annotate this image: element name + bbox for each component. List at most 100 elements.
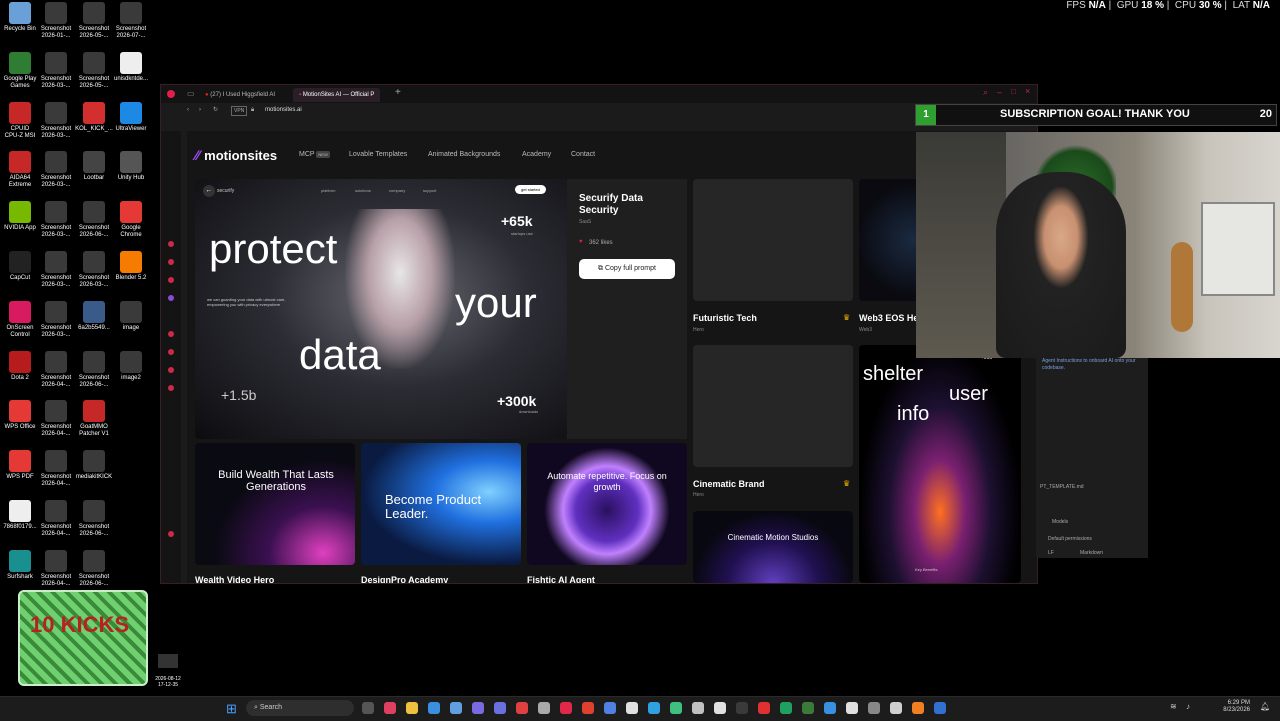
reload-icon[interactable]: ↻	[213, 103, 218, 117]
desktop-screenshot-file[interactable]: 2026-08-12 17-12-35	[154, 648, 182, 688]
tab-list-icon[interactable]: ▭	[187, 89, 195, 98]
wifi-icon[interactable]: ≋	[1170, 702, 1177, 711]
sidebar-app-icon[interactable]	[168, 259, 174, 265]
taskbar-app-icon[interactable]	[736, 702, 748, 714]
desktop-icon[interactable]: Screenshot 2026-04-...	[36, 350, 76, 389]
taskbar-app-icon[interactable]	[604, 702, 616, 714]
desktop-icon[interactable]: CapCut	[0, 251, 40, 282]
desktop-icon[interactable]: Screenshot 2026-04-...	[36, 549, 76, 588]
taskbar-app-icon[interactable]	[384, 702, 396, 714]
hero-menu-item[interactable]: support	[423, 188, 436, 193]
taskbar-app-icon[interactable]	[846, 702, 858, 714]
desktop-icon[interactable]: Screenshot 2026-06-...	[74, 350, 114, 389]
desktop-icon[interactable]: Screenshot 2026-06-...	[74, 201, 114, 239]
taskbar-app-icon[interactable]	[802, 702, 814, 714]
wealth-video-card[interactable]: Build Wealth That Lasts Generations	[195, 443, 355, 565]
notification-bell-icon[interactable]: 🔔︎	[1260, 702, 1270, 711]
taskbar-app-icon[interactable]	[868, 702, 880, 714]
copy-full-prompt-button[interactable]: ⧉ Copy full prompt	[579, 259, 675, 279]
taskbar-app-icon[interactable]	[362, 702, 374, 714]
desktop-icon[interactable]: WPS Office	[0, 400, 40, 431]
desktop-icon[interactable]: 7868f0179...	[0, 500, 40, 531]
desktop-icon[interactable]: AIDA64 Extreme	[0, 151, 40, 189]
url-field[interactable]: motionsites.ai	[265, 103, 302, 117]
desktop-icon[interactable]: Screenshot 2026-03-...	[36, 300, 76, 339]
sidebar-settings-icon[interactable]	[168, 531, 174, 537]
close-button[interactable]: ×	[1025, 86, 1030, 96]
minimize-button[interactable]: –	[997, 87, 1002, 97]
desktop-icon[interactable]: Screenshot 2026-07-...	[111, 2, 151, 40]
desktop-icon[interactable]: UltraViewer	[111, 101, 151, 133]
taskbar-search[interactable]: ⌕ Search	[246, 700, 354, 716]
desktop-icon[interactable]: Screenshot 2026-04-...	[36, 450, 76, 488]
desktop-icon[interactable]: Screenshot 2026-03-...	[36, 201, 76, 239]
desktop-icon[interactable]: Screenshot 2026-03-...	[36, 151, 76, 189]
hero-menu-item[interactable]: solutions	[355, 188, 371, 193]
vpn-badge[interactable]: VPN	[231, 106, 248, 116]
taskbar-app-icon[interactable]	[890, 702, 902, 714]
nav-mcp[interactable]: MCP NEW	[299, 151, 330, 158]
taskbar-app-icon[interactable]	[912, 702, 924, 714]
taskbar-app-icon[interactable]	[714, 702, 726, 714]
taskbar-app-icon[interactable]	[758, 702, 770, 714]
taskbar-app-icon[interactable]	[406, 702, 418, 714]
tab-higgsfield[interactable]: ● (27) I Used Higgsfield AI	[199, 88, 281, 102]
desktop-icon[interactable]: unisdkntde...	[111, 51, 151, 83]
sidebar-app-icon[interactable]	[168, 385, 174, 391]
taskbar-app-icon[interactable]	[824, 702, 836, 714]
hero-preview[interactable]: ← securify platform solutions company su…	[195, 179, 567, 439]
desktop-icon[interactable]: Screenshot 2026-01-...	[36, 2, 76, 40]
desktop-icon[interactable]: Recycle Bin	[0, 2, 40, 33]
shelter-card[interactable]: shelter user info +90k Key Benefits	[859, 345, 1021, 583]
taskbar-app-icon[interactable]	[692, 702, 704, 714]
desktop-icon[interactable]: Google Play Games	[0, 51, 40, 90]
cinematic-motion-card[interactable]: Cinematic Motion Studios	[693, 511, 853, 583]
desktop-icon[interactable]: Google Chrome	[111, 201, 151, 239]
taskbar-app-icon[interactable]	[934, 702, 946, 714]
taskbar-app-icon[interactable]	[560, 702, 572, 714]
desktop-icon[interactable]: Screenshot 2026-04-...	[36, 500, 76, 538]
sidebar-app-icon[interactable]	[168, 349, 174, 355]
taskbar-app-icon[interactable]	[670, 702, 682, 714]
desktop-icon[interactable]: mediakitKICK	[74, 450, 114, 481]
desktop-icon[interactable]: Screenshot 2026-05-...	[74, 2, 114, 40]
new-tab-button[interactable]: +	[395, 87, 401, 98]
desktop-icon[interactable]: KOL_KICK_...	[74, 101, 114, 133]
desktop-icon[interactable]: OnScreen Control	[0, 300, 40, 339]
desktop-icon[interactable]: Blender 5.2	[111, 251, 151, 282]
forward-icon[interactable]: ›	[199, 103, 201, 117]
twitch-icon[interactable]	[168, 295, 174, 301]
designpro-card[interactable]: Become Product Leader.	[361, 443, 521, 565]
nav-contact[interactable]: Contact	[571, 151, 595, 158]
opera-logo-icon[interactable]	[167, 90, 175, 98]
fishtic-ai-card[interactable]: Automate repetitive. Focus on growth	[527, 443, 687, 565]
taskbar-app-icon[interactable]	[582, 702, 594, 714]
taskbar-app-icon[interactable]	[494, 702, 506, 714]
desktop-icon[interactable]: Screenshot 2026-03-...	[74, 251, 114, 289]
start-button-windows-icon[interactable]: ⊞	[226, 701, 237, 717]
taskbar-app-icon[interactable]	[538, 702, 550, 714]
taskbar-app-icon[interactable]	[648, 702, 660, 714]
desktop-icon[interactable]: Screenshot 2026-06-...	[74, 549, 114, 588]
taskbar-app-icon[interactable]	[428, 702, 440, 714]
desktop-icon[interactable]: WPS PDF	[0, 450, 40, 481]
taskbar-app-icon[interactable]	[780, 702, 792, 714]
editor-file-name[interactable]: PT_TEMPLATE.md	[1040, 484, 1084, 490]
hero-menu-item[interactable]: company	[389, 188, 405, 193]
tab-motionsites[interactable]: ▪ MotionSites AI — Official P	[293, 88, 381, 102]
desktop-icon[interactable]: Screenshot 2026-05-...	[74, 51, 114, 90]
maximize-button[interactable]: □	[1011, 87, 1016, 96]
desktop-icon[interactable]: CPUID CPU-Z MSI	[0, 101, 40, 140]
sidebar-app-icon[interactable]	[168, 367, 174, 373]
sidebar-app-icon[interactable]	[168, 331, 174, 337]
desktop-icon[interactable]: Screenshot 2026-03-...	[36, 101, 76, 140]
desktop-icon[interactable]: Unity Hub	[111, 151, 151, 182]
back-arrow-icon[interactable]: ←	[203, 185, 215, 197]
desktop-icon[interactable]: Surfshark	[0, 549, 40, 581]
nav-lovable-templates[interactable]: Lovable Templates	[349, 151, 407, 158]
volume-icon[interactable]: ♪	[1186, 702, 1190, 711]
back-icon[interactable]: ‹	[187, 103, 189, 117]
nav-animated-backgrounds[interactable]: Animated Backgrounds	[428, 151, 500, 158]
sidebar-app-icon[interactable]	[168, 277, 174, 283]
search-icon[interactable]: ⌕	[983, 87, 988, 98]
